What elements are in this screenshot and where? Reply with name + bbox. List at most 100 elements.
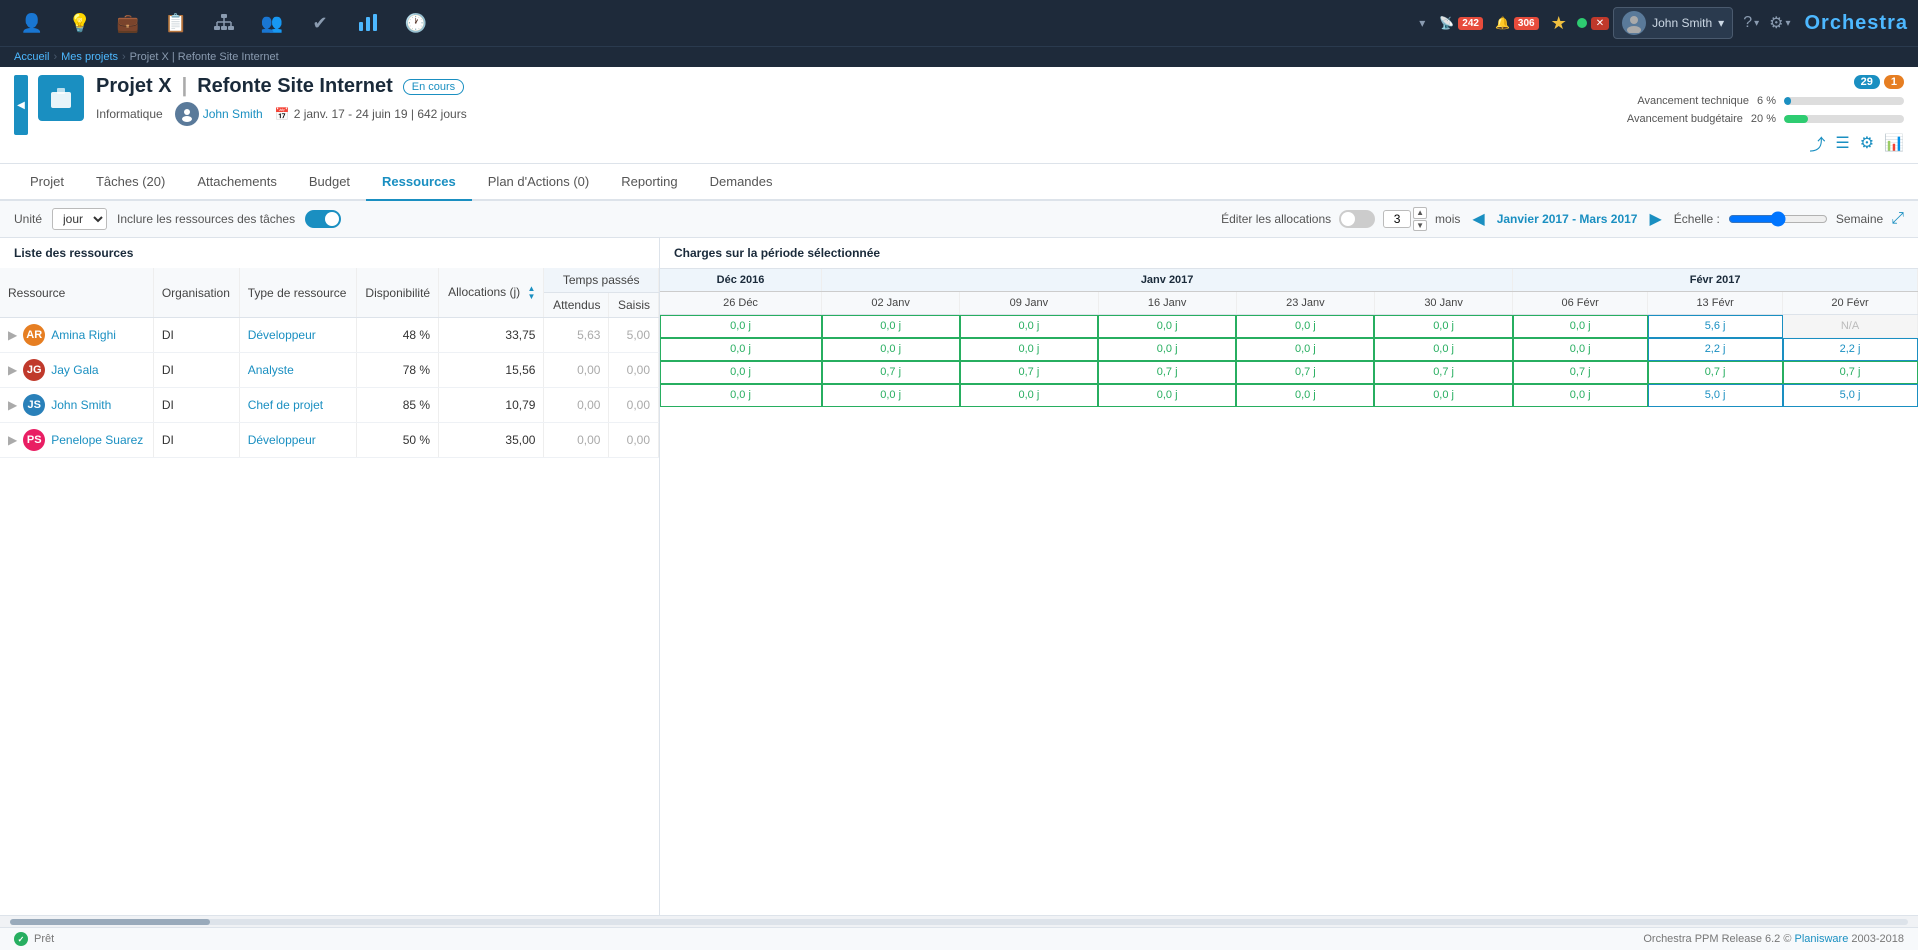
charge-cell[interactable]: 0,7 j: [1513, 361, 1648, 384]
charge-cell[interactable]: 0,0 j: [960, 338, 1098, 361]
charge-cell[interactable]: 0,0 j: [822, 338, 960, 361]
notif-badge-2[interactable]: 1: [1884, 75, 1904, 89]
period-prev-button[interactable]: ◀: [1468, 209, 1488, 229]
charge-cell[interactable]: 0,0 j: [822, 315, 960, 338]
period-next-button[interactable]: ▶: [1645, 209, 1665, 229]
resource-org-cell: DI: [153, 388, 239, 423]
chart2-icon[interactable]: 📊: [1884, 133, 1904, 153]
spinner-down[interactable]: ▼: [1413, 220, 1427, 232]
charge-cell[interactable]: 0,7 j: [1648, 361, 1783, 384]
resource-name-text[interactable]: Penelope Suarez: [51, 433, 143, 447]
tab-attachements[interactable]: Attachements: [181, 164, 293, 201]
nav-lightbulb-icon[interactable]: 💡: [58, 0, 102, 46]
month-input[interactable]: [1383, 210, 1411, 228]
expand-row-icon[interactable]: ▶: [8, 363, 17, 377]
nav-briefcase-icon[interactable]: 💼: [106, 0, 150, 46]
col-saisis: Saisis: [609, 293, 659, 318]
nav-clipboard-icon[interactable]: 📋: [154, 0, 198, 46]
tab-projet[interactable]: Projet: [14, 164, 80, 201]
alloc-sort-icons[interactable]: ▲ ▼: [528, 285, 536, 301]
charge-cell[interactable]: 0,7 j: [1098, 361, 1236, 384]
nav-person-icon[interactable]: 👤: [10, 0, 54, 46]
close-session-button[interactable]: ✕: [1591, 17, 1609, 30]
resource-name[interactable]: ▶ JS John Smith: [8, 394, 145, 416]
charge-cell[interactable]: 0,0 j: [1098, 384, 1236, 407]
resource-name[interactable]: ▶ JG Jay Gala: [8, 359, 145, 381]
tab-reporting[interactable]: Reporting: [605, 164, 693, 201]
charge-cell[interactable]: 0,0 j: [660, 361, 822, 384]
help-menu[interactable]: ? ▾: [1743, 14, 1759, 32]
scrollbar-thumb[interactable]: [10, 919, 210, 925]
scale-slider[interactable]: [1728, 211, 1828, 227]
charge-cell[interactable]: 0,0 j: [1236, 315, 1374, 338]
unite-select[interactable]: jour: [52, 208, 107, 230]
nav-check-icon[interactable]: ✔: [298, 0, 342, 46]
charge-cell[interactable]: 0,0 j: [1098, 315, 1236, 338]
breadcrumb-home[interactable]: Accueil: [14, 51, 49, 63]
charge-cell[interactable]: N/A: [1783, 315, 1918, 338]
charge-cell[interactable]: 0,0 j: [1374, 384, 1512, 407]
charge-cell[interactable]: 5,6 j: [1648, 315, 1783, 338]
favorites-icon[interactable]: ★: [1551, 13, 1567, 34]
tab-ressources[interactable]: Ressources: [366, 164, 472, 201]
list-icon[interactable]: ☰: [1835, 133, 1849, 153]
configure-icon[interactable]: ⚙: [1860, 133, 1874, 153]
charge-cell[interactable]: 5,0 j: [1648, 384, 1783, 407]
breadcrumb-projects[interactable]: Mes projets: [61, 51, 118, 63]
nav-hierarchy-icon[interactable]: [202, 0, 246, 46]
resource-type-cell: Développeur: [239, 318, 356, 353]
panel-toggle-button[interactable]: ◀: [14, 75, 28, 135]
charge-cell[interactable]: 0,7 j: [1236, 361, 1374, 384]
header-actions: ⤴ ☰ ⚙ 📊: [1809, 131, 1904, 155]
tab-taches[interactable]: Tâches (20): [80, 164, 181, 201]
charge-cell[interactable]: 0,0 j: [1098, 338, 1236, 361]
charge-cell[interactable]: 0,0 j: [960, 384, 1098, 407]
charge-cell[interactable]: 0,0 j: [1513, 338, 1648, 361]
include-resources-toggle[interactable]: [305, 210, 341, 228]
charge-cell[interactable]: 0,0 j: [660, 338, 822, 361]
nav-clock-icon[interactable]: 🕐: [394, 0, 438, 46]
charge-cell[interactable]: 0,0 j: [1236, 384, 1374, 407]
project-owner[interactable]: John Smith: [175, 102, 263, 126]
expand-button[interactable]: ⤢: [1891, 210, 1904, 228]
charge-cell[interactable]: 5,0 j: [1783, 384, 1918, 407]
charge-cell[interactable]: 0,0 j: [960, 315, 1098, 338]
expand-row-icon[interactable]: ▶: [8, 328, 17, 342]
edit-alloc-toggle[interactable]: [1339, 210, 1375, 228]
expand-row-icon[interactable]: ▶: [8, 398, 17, 412]
charge-cell[interactable]: 0,0 j: [1236, 338, 1374, 361]
charge-cell[interactable]: 2,2 j: [1783, 338, 1918, 361]
charge-cell[interactable]: 0,0 j: [1374, 315, 1512, 338]
charge-cell[interactable]: 0,0 j: [660, 384, 822, 407]
nav-chart-icon[interactable]: [346, 0, 390, 46]
charge-cell[interactable]: 0,0 j: [660, 315, 822, 338]
charge-cell[interactable]: 0,0 j: [1374, 338, 1512, 361]
nav-people-icon[interactable]: 👥: [250, 0, 294, 46]
notification-bell-badge[interactable]: 🔔 306: [1495, 16, 1539, 30]
tab-budget[interactable]: Budget: [293, 164, 366, 201]
settings-menu[interactable]: ⚙ ▾: [1769, 13, 1790, 33]
resource-name-text[interactable]: John Smith: [51, 398, 111, 412]
spinner-up[interactable]: ▲: [1413, 207, 1427, 219]
charge-cell[interactable]: 0,0 j: [1513, 315, 1648, 338]
resource-name[interactable]: ▶ AR Amina Righi: [8, 324, 145, 346]
charge-cell[interactable]: 0,7 j: [1374, 361, 1512, 384]
charge-cell[interactable]: 0,0 j: [1513, 384, 1648, 407]
user-menu[interactable]: John Smith ▾: [1613, 7, 1733, 39]
expand-row-icon[interactable]: ▶: [8, 433, 17, 447]
charge-cell[interactable]: 0,7 j: [960, 361, 1098, 384]
collapse-icon[interactable]: ▾: [1419, 16, 1425, 30]
resource-name[interactable]: ▶ PS Penelope Suarez: [8, 429, 145, 451]
resource-name-text[interactable]: Amina Righi: [51, 328, 116, 342]
tab-plan-actions[interactable]: Plan d'Actions (0): [472, 164, 605, 201]
charge-cell[interactable]: 2,2 j: [1648, 338, 1783, 361]
resource-name-text[interactable]: Jay Gala: [51, 363, 98, 377]
charge-cell[interactable]: 0,0 j: [822, 384, 960, 407]
notification-rss-badge[interactable]: 📡 242: [1439, 16, 1483, 30]
notif-badge-1[interactable]: 29: [1854, 75, 1880, 89]
charge-cell[interactable]: 0,7 j: [822, 361, 960, 384]
share-icon[interactable]: ⤴: [1809, 131, 1825, 155]
scrollbar-track[interactable]: [10, 919, 1908, 925]
tab-demandes[interactable]: Demandes: [694, 164, 789, 201]
charge-cell[interactable]: 0,7 j: [1783, 361, 1918, 384]
